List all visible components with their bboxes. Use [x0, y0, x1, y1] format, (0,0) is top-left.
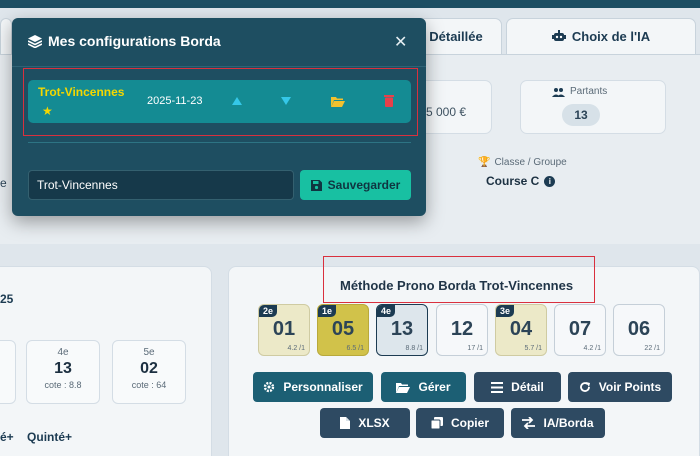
place-card-partial: [0, 340, 16, 404]
pick-cote: 4.2 /1: [583, 345, 601, 352]
copier-label: Copier: [450, 416, 489, 430]
place-number: 02: [140, 360, 158, 377]
modal-divider: [12, 66, 426, 67]
partants-count: 13: [562, 104, 600, 126]
left-fragment: e: [0, 176, 7, 190]
place-ordinal: 4e: [57, 347, 69, 358]
pick-card[interactable]: 1e 05 6.5 /1: [317, 304, 369, 356]
pick-card[interactable]: 06 22 /1: [613, 304, 665, 356]
pick-number: 12: [450, 318, 474, 340]
pick-rank: 3e: [496, 305, 515, 317]
pick-cote: 5.7 /1: [524, 345, 542, 352]
list-icon: [491, 381, 504, 393]
partants-label: Partants: [552, 86, 607, 97]
ia-borda-button[interactable]: IA/Borda: [511, 408, 605, 438]
pick-number: 01: [272, 318, 296, 340]
tab-detail-label: Détaillée: [429, 29, 483, 44]
refresh-icon: [579, 382, 590, 392]
layers-icon: [28, 34, 42, 48]
pick-number: 07: [568, 318, 592, 340]
folder-open-icon: [396, 382, 411, 393]
personnaliser-button[interactable]: Personnaliser: [253, 372, 373, 402]
gerer-label: Gérer: [418, 380, 451, 394]
place-card: 5e 02 cote : 64: [112, 340, 186, 404]
voir-points-button[interactable]: Voir Points: [568, 372, 672, 402]
personnaliser-label: Personnaliser: [283, 380, 363, 394]
pick-card[interactable]: 3e 04 5.7 /1: [495, 304, 547, 356]
pick-rank: 2e: [259, 305, 278, 317]
pick-card[interactable]: 2e 01 4.2 /1: [258, 304, 310, 356]
info-icon[interactable]: i: [544, 175, 556, 187]
bet-type-quinte[interactable]: Quinté+: [27, 430, 72, 444]
detail-button[interactable]: Détail: [474, 372, 561, 402]
xlsx-button[interactable]: XLSX: [320, 408, 410, 438]
tab-ia-label: Choix de l'IA: [571, 29, 651, 44]
pick-number: 04: [509, 318, 533, 340]
floppy-icon: [310, 179, 322, 191]
gerer-button[interactable]: Gérer: [381, 372, 466, 402]
prono-title: Méthode Prono Borda Trot-Vincennes: [340, 278, 574, 293]
xlsx-label: XLSX: [358, 416, 390, 430]
pick-rank: 1e: [318, 305, 337, 317]
pick-cote: 6.5 /1: [346, 345, 364, 352]
place-number: 13: [54, 360, 72, 377]
pick-cote: 8.8 /1: [405, 345, 423, 352]
detail-label: Détail: [511, 380, 544, 394]
bet-types: é+ Quinté+: [0, 430, 72, 444]
modal-title: Mes configurations Borda: [48, 33, 221, 49]
place-card: 4e 13 cote : 8.8: [26, 340, 100, 404]
pick-card[interactable]: 4e 13 8.8 /1: [376, 304, 428, 356]
classe-label-text: Classe / Groupe: [494, 157, 567, 168]
trophy-icon: 🏆: [478, 157, 491, 168]
top-bar: [0, 0, 700, 8]
copier-button[interactable]: Copier: [416, 408, 504, 438]
file-icon: [340, 417, 351, 429]
pick-card[interactable]: 12 17 /1: [436, 304, 488, 356]
voir-points-label: Voir Points: [598, 380, 662, 394]
pick-number: 06: [627, 318, 651, 340]
tab-choix-ia[interactable]: Choix de l'IA: [506, 18, 696, 54]
pick-rank: 4e: [377, 305, 396, 317]
save-button[interactable]: Sauvegarder: [300, 170, 411, 200]
pick-number: 13: [390, 318, 414, 340]
save-label: Sauvegarder: [327, 178, 401, 192]
close-icon[interactable]: ✕: [394, 32, 407, 52]
classe-value: Course C i: [486, 174, 556, 188]
place-cote: cote : 8.8: [44, 380, 82, 390]
modal-divider: [28, 142, 411, 143]
copy-icon: [430, 417, 443, 429]
modal-header: Mes configurations Borda: [28, 33, 221, 49]
classe-value-text: Course C: [486, 174, 540, 188]
gear-icon: [264, 381, 275, 393]
pick-card[interactable]: 07 4.2 /1: [554, 304, 606, 356]
pick-cote: 22 /1: [644, 345, 660, 352]
pick-cote: 4.2 /1: [287, 345, 305, 352]
tab-partial[interactable]: [0, 18, 12, 54]
users-icon: [552, 87, 565, 97]
highlight-box-config: [23, 68, 418, 136]
swap-icon: [522, 417, 536, 429]
config-name-input[interactable]: [28, 170, 294, 200]
places-fragment: 25: [0, 292, 14, 306]
pick-cote: 17 /1: [467, 345, 483, 352]
place-cote: cote : 64: [131, 380, 167, 390]
place-ordinal: 5e: [143, 347, 155, 358]
classe-label: 🏆 Classe / Groupe: [478, 157, 567, 168]
partants-label-text: Partants: [570, 86, 608, 97]
amount-value: 5 000 €: [426, 105, 467, 119]
ia-borda-label: IA/Borda: [543, 416, 594, 430]
robot-icon: [551, 30, 566, 41]
bet-type-partial[interactable]: é+: [0, 430, 14, 444]
pick-number: 05: [331, 318, 355, 340]
